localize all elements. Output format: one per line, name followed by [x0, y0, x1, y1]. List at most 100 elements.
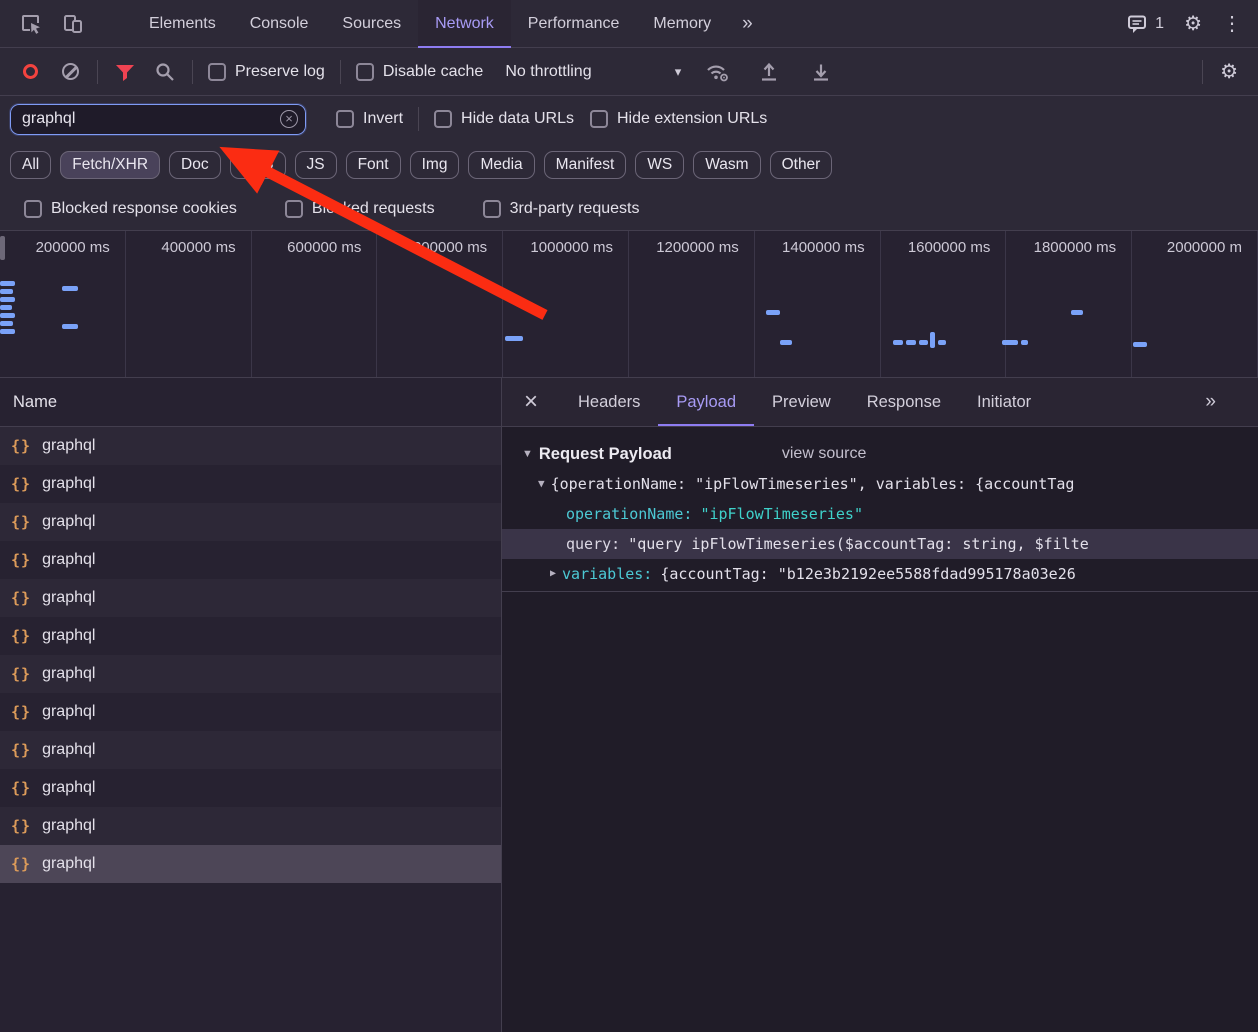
tab-payload[interactable]: Payload: [658, 378, 754, 426]
request-row[interactable]: {} graphql: [0, 427, 501, 465]
request-row[interactable]: {} graphql: [0, 693, 501, 731]
chip-fetch-xhr[interactable]: Fetch/XHR: [60, 151, 161, 179]
more-panels-icon[interactable]: »: [728, 0, 767, 48]
network-settings-gear-icon[interactable]: ⚙: [1220, 62, 1238, 82]
filter-toggle-button[interactable]: [105, 54, 145, 90]
request-name: graphql: [42, 551, 96, 568]
clear-filter-icon[interactable]: ×: [280, 109, 298, 128]
issues-counter[interactable]: 1: [1126, 13, 1164, 35]
view-source-link[interactable]: view source: [782, 445, 866, 463]
blocked-requests-checkbox[interactable]: [284, 200, 303, 218]
payload-root-node[interactable]: ▼ {operationName: "ipFlowTimeseries", va…: [502, 469, 1258, 499]
invert-checkbox[interactable]: [336, 110, 354, 128]
disable-cache-checkbox-group[interactable]: Disable cache: [348, 62, 492, 81]
chip-js[interactable]: JS: [294, 151, 337, 179]
chip-wasm[interactable]: Wasm: [693, 151, 761, 179]
request-payload-title: Request Payload: [538, 444, 672, 463]
request-row[interactable]: {} graphql: [0, 503, 501, 541]
chip-ws[interactable]: WS: [635, 151, 685, 179]
chip-all[interactable]: All: [10, 151, 52, 179]
tab-response[interactable]: Response: [849, 378, 959, 426]
blocked-response-cookies-checkbox[interactable]: [24, 200, 42, 218]
json-braces-icon: {}: [11, 627, 32, 645]
payload-variables-row[interactable]: ▶ variables: {accountTag: "b12e3b2192ee5…: [502, 559, 1258, 589]
collapsed-triangle-icon[interactable]: ▶: [550, 559, 556, 589]
network-overview-timeline[interactable]: 200000 ms 400000 ms 600000 ms 800000 ms …: [0, 230, 1258, 378]
search-icon: [156, 62, 174, 81]
expanded-triangle-icon[interactable]: ▼: [538, 469, 545, 499]
invert-checkbox-group[interactable]: Invert: [328, 110, 411, 128]
json-braces-icon: {}: [11, 437, 32, 455]
third-party-requests-checkbox[interactable]: [482, 200, 501, 218]
request-row[interactable]: {} graphql: [0, 655, 501, 693]
property-value: "query ipFlowTimeseries($accountTag: str…: [628, 535, 1089, 553]
payload-panel: ▼ Request Payload view source ▼ {operati…: [502, 427, 1258, 592]
request-row[interactable]: {} graphql: [0, 541, 501, 579]
network-filter-row: × Invert Hide data URLs Hide extension U…: [0, 96, 1258, 142]
expanded-triangle-icon[interactable]: ▼: [522, 448, 533, 460]
tab-initiator[interactable]: Initiator: [959, 378, 1049, 426]
json-braces-icon: {}: [11, 779, 32, 797]
request-row[interactable]: {} graphql: [0, 731, 501, 769]
tab-preview[interactable]: Preview: [754, 378, 849, 426]
record-network-log-button[interactable]: [10, 54, 50, 90]
settings-gear-icon[interactable]: ⚙: [1184, 14, 1202, 34]
export-har-button[interactable]: [801, 54, 841, 90]
throttling-dropdown[interactable]: No throttling ▾: [505, 63, 681, 81]
chip-media[interactable]: Media: [468, 151, 535, 179]
hide-data-urls-checkbox-group[interactable]: Hide data URLs: [426, 110, 582, 128]
json-braces-icon: {}: [11, 665, 32, 683]
request-name: graphql: [42, 741, 96, 758]
request-row[interactable]: {} graphql: [0, 579, 501, 617]
tab-performance[interactable]: Performance: [511, 0, 637, 48]
throttling-value: No throttling: [505, 62, 592, 80]
json-braces-icon: {}: [11, 475, 32, 493]
hide-data-urls-checkbox[interactable]: [434, 110, 453, 128]
chip-font[interactable]: Font: [345, 151, 401, 179]
kebab-menu-icon[interactable]: ⋮: [1222, 14, 1242, 34]
blocked-requests-group[interactable]: Blocked requests: [277, 200, 443, 218]
request-row[interactable]: {} graphql: [0, 465, 501, 503]
hide-extension-urls-checkbox-group[interactable]: Hide extension URLs: [582, 110, 775, 128]
tab-console[interactable]: Console: [233, 0, 326, 48]
tab-sources[interactable]: Sources: [325, 0, 418, 48]
more-details-tabs-icon[interactable]: »: [1205, 391, 1216, 413]
chip-img[interactable]: Img: [409, 151, 460, 179]
tab-memory[interactable]: Memory: [636, 0, 728, 48]
payload-query-row[interactable]: query: "query ipFlowTimeseries($accountT…: [502, 529, 1258, 559]
request-row[interactable]: {} graphql: [0, 617, 501, 655]
chip-other[interactable]: Other: [769, 151, 833, 179]
preserve-log-checkbox-group[interactable]: Preserve log: [200, 62, 333, 81]
blocked-requests-label: Blocked requests: [311, 200, 435, 217]
name-column-header[interactable]: Name: [0, 378, 501, 427]
chip-doc[interactable]: Doc: [169, 151, 221, 179]
disable-cache-checkbox[interactable]: [355, 62, 374, 81]
request-timeline-bar: [1133, 342, 1147, 347]
import-har-button[interactable]: [749, 54, 789, 90]
filter-input[interactable]: [9, 102, 307, 136]
request-name: graphql: [42, 817, 96, 834]
tab-headers[interactable]: Headers: [560, 378, 658, 426]
preserve-log-checkbox[interactable]: [208, 62, 226, 81]
timeline-scroll-thumb[interactable]: [0, 236, 5, 260]
inspect-element-icon[interactable]: [10, 4, 52, 44]
device-toolbar-icon[interactable]: [52, 4, 94, 44]
request-name: graphql: [42, 855, 96, 872]
request-timeline-bar: [1021, 340, 1028, 345]
chip-css[interactable]: CSS: [229, 151, 286, 179]
network-conditions-button[interactable]: [697, 54, 737, 90]
third-party-requests-group[interactable]: 3rd-party requests: [475, 200, 648, 218]
search-network-button[interactable]: [145, 54, 185, 90]
tab-elements[interactable]: Elements: [132, 0, 233, 48]
request-row[interactable]: {} graphql: [0, 807, 501, 845]
clear-icon: [61, 63, 79, 80]
tab-network[interactable]: Network: [418, 0, 511, 48]
request-row[interactable]: {} graphql: [0, 769, 501, 807]
payload-operation-name-row[interactable]: operationName: "ipFlowTimeseries": [502, 499, 1258, 529]
clear-network-log-button[interactable]: [50, 54, 90, 90]
close-details-button[interactable]: ×: [502, 388, 560, 416]
blocked-response-cookies-group[interactable]: Blocked response cookies: [16, 200, 245, 218]
request-row-selected[interactable]: {} graphql: [0, 845, 501, 883]
hide-extension-urls-checkbox[interactable]: [589, 110, 608, 128]
chip-manifest[interactable]: Manifest: [543, 151, 627, 179]
